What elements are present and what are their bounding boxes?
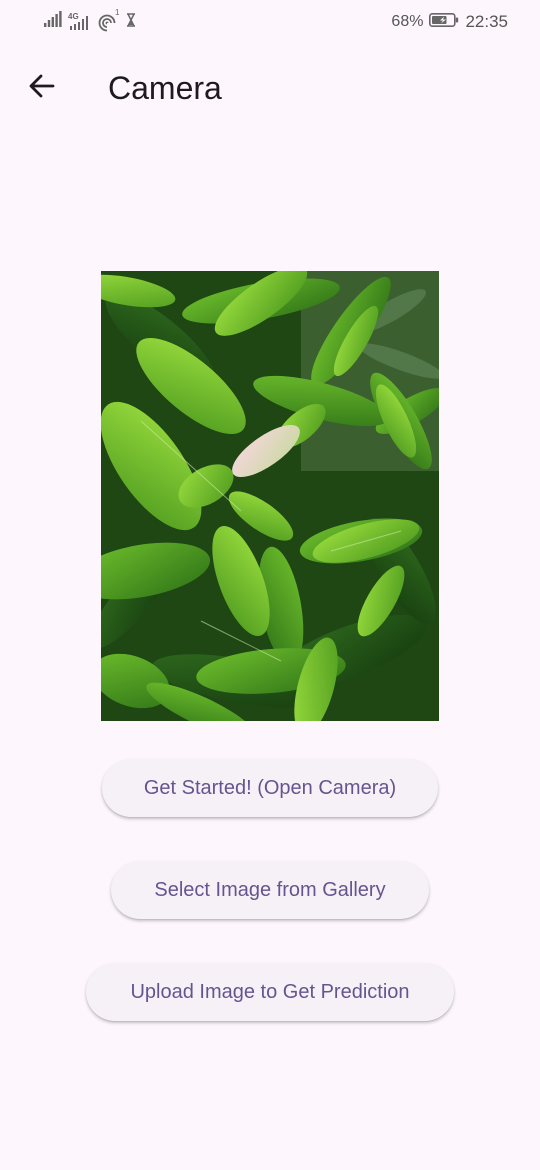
select-gallery-button[interactable]: Select Image from Gallery xyxy=(111,861,429,919)
battery-percent: 68% xyxy=(391,13,424,30)
status-bar: 4G 1 68% 22:35 xyxy=(0,0,540,46)
battery-icon xyxy=(429,12,459,32)
back-button[interactable] xyxy=(20,66,64,110)
clock: 22:35 xyxy=(465,12,508,31)
hotspot-count: 1 xyxy=(115,8,120,17)
open-camera-button[interactable]: Get Started! (Open Camera) xyxy=(102,759,438,817)
signal-bars-icon xyxy=(44,11,62,32)
app-bar: Camera xyxy=(0,56,540,120)
status-icons-right: 68% 22:35 xyxy=(391,12,508,32)
status-icons-left: 4G 1 xyxy=(44,8,136,32)
upload-prediction-button[interactable]: Upload Image to Get Prediction xyxy=(86,963,454,1021)
page-title: Camera xyxy=(108,70,222,106)
hotspot-icon: 1 xyxy=(98,8,120,32)
tea-leaves-photo xyxy=(101,271,439,721)
arrow-back-icon xyxy=(28,72,56,105)
hourglass-icon xyxy=(126,13,136,32)
signal-4g-icon: 4G xyxy=(68,12,92,32)
